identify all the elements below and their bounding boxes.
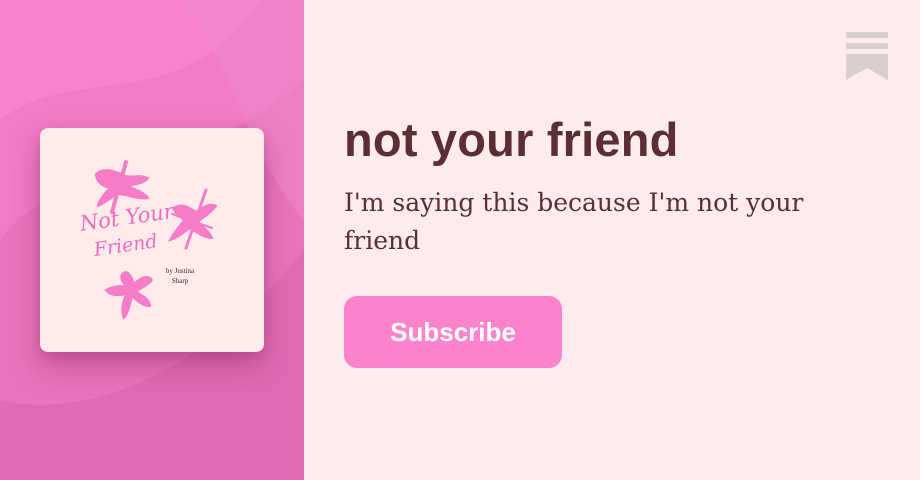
publication-description: I'm saying this because I'm not your fri… bbox=[344, 188, 804, 255]
cover-panel: Not Your Friend by Justina Sharp bbox=[0, 0, 304, 480]
cover-artwork: Not Your Friend by Justina Sharp bbox=[40, 128, 264, 352]
cover-author: by Justina Sharp bbox=[165, 267, 195, 285]
bookmark-icon[interactable] bbox=[846, 32, 888, 80]
publication-title: not your friend bbox=[344, 113, 679, 166]
subscribe-button[interactable]: Subscribe bbox=[344, 296, 562, 368]
publication-info: not your friend I'm saying this because … bbox=[344, 108, 864, 260]
